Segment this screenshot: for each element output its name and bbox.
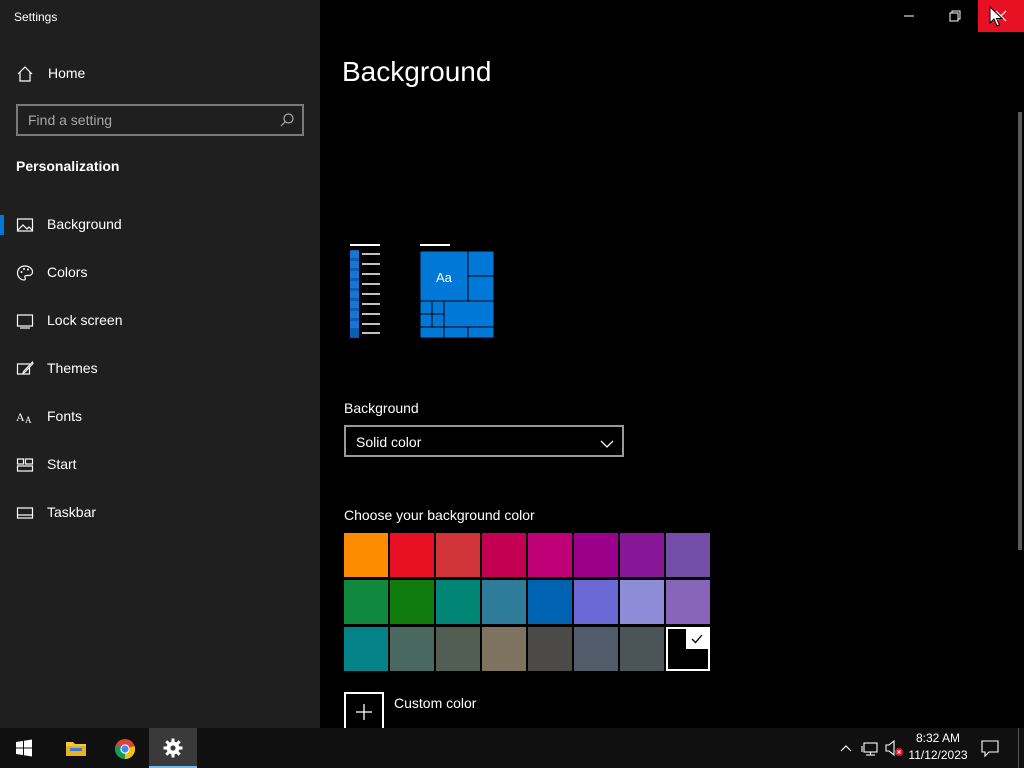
color-swatch[interactable] bbox=[390, 627, 434, 671]
sidebar-item-label: Lock screen bbox=[47, 312, 123, 328]
color-swatch[interactable] bbox=[528, 580, 572, 624]
sidebar-item-label: Colors bbox=[47, 264, 88, 280]
clock-date: 11/12/2023 bbox=[908, 748, 968, 762]
window-title: Settings bbox=[14, 10, 58, 24]
color-swatch[interactable] bbox=[482, 627, 526, 671]
selection-indicator bbox=[0, 215, 4, 235]
color-swatch[interactable] bbox=[620, 580, 664, 624]
sidebar-item-colors[interactable]: Colors bbox=[0, 253, 320, 293]
file-explorer-button[interactable] bbox=[51, 728, 99, 768]
color-swatch[interactable] bbox=[344, 627, 388, 671]
minimize-button[interactable] bbox=[886, 0, 932, 32]
sidebar-item-label: Start bbox=[47, 456, 77, 472]
sidebar-item-fonts[interactable]: AA Fonts bbox=[0, 397, 320, 437]
color-swatch[interactable] bbox=[436, 627, 480, 671]
sidebar-item-label: Background bbox=[47, 216, 122, 232]
page-title: Background bbox=[342, 56, 492, 87]
color-swatch[interactable] bbox=[528, 627, 572, 671]
background-preview: Aa bbox=[344, 240, 504, 340]
color-swatch[interactable] bbox=[666, 533, 710, 577]
chevron-up-icon[interactable] bbox=[839, 738, 853, 763]
background-dropdown[interactable]: Solid color bbox=[344, 425, 624, 457]
action-center-icon[interactable] bbox=[980, 738, 1000, 763]
chrome-button[interactable] bbox=[100, 728, 148, 768]
color-swatch[interactable] bbox=[528, 533, 572, 577]
checkmark-icon bbox=[686, 629, 708, 649]
color-swatch[interactable] bbox=[482, 533, 526, 577]
custom-color-button[interactable] bbox=[344, 692, 384, 732]
start-button[interactable] bbox=[0, 728, 48, 768]
color-swatch[interactable] bbox=[390, 533, 434, 577]
restore-button[interactable] bbox=[932, 0, 978, 32]
palette-icon bbox=[16, 264, 34, 282]
restore-icon bbox=[949, 10, 961, 22]
sidebar-item-taskbar[interactable]: Taskbar bbox=[0, 493, 320, 533]
taskbar-icon bbox=[16, 504, 34, 522]
color-swatch[interactable] bbox=[344, 533, 388, 577]
picture-icon bbox=[16, 216, 34, 234]
taskbar: 8:32 AM 11/12/2023 bbox=[0, 728, 1024, 768]
background-label: Background bbox=[344, 400, 419, 416]
sidebar-item-lock-screen[interactable]: Lock screen bbox=[0, 301, 320, 341]
sidebar-item-label: Fonts bbox=[47, 408, 83, 424]
mouse-cursor-icon bbox=[989, 5, 1004, 33]
search-placeholder: Find a setting bbox=[28, 112, 113, 128]
sidebar-item-themes[interactable]: Themes bbox=[0, 349, 320, 389]
show-desktop-button[interactable] bbox=[1018, 728, 1019, 768]
volume-muted-icon[interactable] bbox=[884, 738, 906, 763]
color-swatch[interactable] bbox=[574, 580, 618, 624]
color-swatch[interactable] bbox=[620, 533, 664, 577]
color-swatch[interactable] bbox=[344, 580, 388, 624]
sidebar: Settings Home Find a setting Personaliza… bbox=[0, 0, 320, 728]
sidebar-item-label: Taskbar bbox=[47, 504, 97, 520]
scrollbar[interactable] bbox=[1018, 112, 1022, 550]
settings-taskbar-button[interactable] bbox=[149, 728, 197, 768]
minimize-icon bbox=[904, 15, 914, 17]
plus-icon bbox=[356, 704, 372, 720]
color-swatch[interactable] bbox=[436, 533, 480, 577]
custom-color-label[interactable]: Custom color bbox=[394, 695, 476, 711]
color-swatch[interactable] bbox=[574, 533, 618, 577]
home-nav-item[interactable]: Home bbox=[0, 56, 320, 90]
chrome-icon bbox=[114, 739, 136, 760]
preview-sample-text: Aa bbox=[436, 270, 452, 285]
clock-time: 8:32 AM bbox=[915, 731, 961, 745]
sidebar-item-background[interactable]: Background bbox=[0, 205, 320, 245]
search-input[interactable]: Find a setting bbox=[16, 104, 304, 136]
color-swatch[interactable] bbox=[390, 580, 434, 624]
section-title: Personalization bbox=[16, 158, 120, 174]
settings-icon bbox=[163, 738, 183, 758]
home-icon bbox=[16, 65, 34, 83]
background-color-label: Choose your background color bbox=[344, 507, 535, 523]
chevron-down-icon bbox=[600, 436, 614, 454]
background-dropdown-value: Solid color bbox=[356, 434, 422, 450]
color-swatch-grid bbox=[344, 533, 712, 671]
color-swatch[interactable] bbox=[436, 580, 480, 624]
file-explorer-icon bbox=[66, 742, 86, 756]
color-swatch[interactable] bbox=[666, 627, 710, 671]
search-icon[interactable] bbox=[279, 112, 295, 128]
sidebar-item-start[interactable]: Start bbox=[0, 445, 320, 485]
system-clock[interactable]: 8:32 AM 11/12/2023 bbox=[906, 730, 970, 764]
start-icon bbox=[16, 456, 34, 474]
svg-text:A: A bbox=[25, 415, 32, 425]
color-swatch[interactable] bbox=[666, 580, 710, 624]
windows-logo-icon bbox=[16, 739, 32, 757]
sidebar-item-label: Themes bbox=[47, 360, 98, 376]
color-swatch[interactable] bbox=[482, 580, 526, 624]
network-icon[interactable] bbox=[861, 738, 881, 763]
svg-text:A: A bbox=[16, 410, 25, 424]
lock-screen-icon bbox=[16, 312, 34, 330]
color-swatch[interactable] bbox=[620, 627, 664, 671]
color-swatch[interactable] bbox=[574, 627, 618, 671]
home-label: Home bbox=[48, 65, 86, 81]
fonts-icon: AA bbox=[16, 408, 34, 426]
brush-icon bbox=[16, 360, 34, 378]
